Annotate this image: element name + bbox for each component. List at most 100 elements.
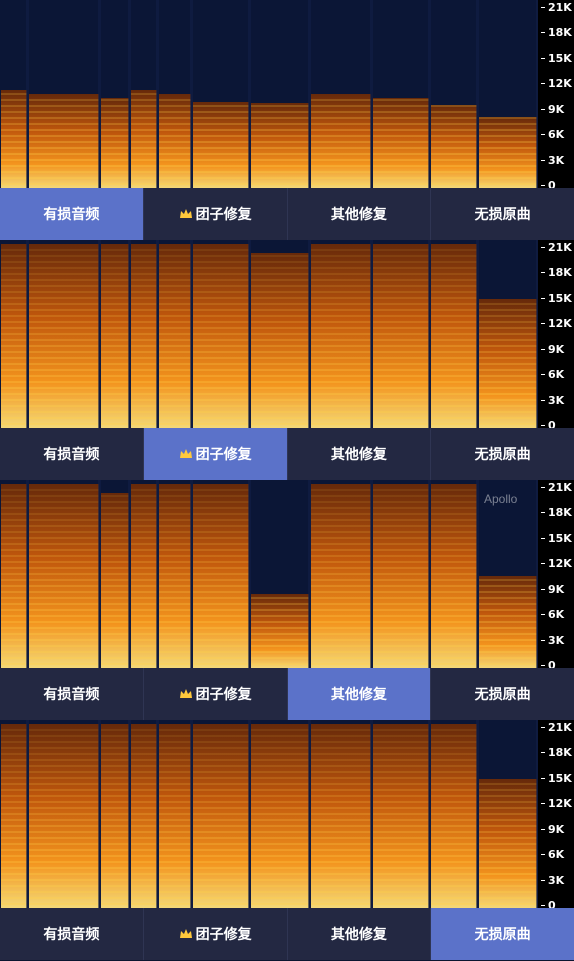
tab-label: 无损原曲 xyxy=(474,927,531,943)
axis-tick xyxy=(541,374,545,375)
tab-label: 有损音频 xyxy=(43,447,100,463)
axis-label: 9K xyxy=(548,343,565,356)
axis-tick xyxy=(541,272,545,273)
axis-label: 6K xyxy=(548,608,565,621)
tab-lossy-audio[interactable]: 有损音频 xyxy=(0,668,144,720)
axis-tick xyxy=(541,32,545,33)
tab-label: 其他修复 xyxy=(330,687,387,703)
axis-tick xyxy=(541,487,545,488)
axis-tick xyxy=(541,538,545,539)
axis-tick xyxy=(541,400,545,401)
axis-tick xyxy=(541,640,545,641)
axis-label: 15K xyxy=(548,52,572,65)
axis-label: 21K xyxy=(548,721,572,734)
tab-label: 其他修复 xyxy=(330,927,387,943)
tab-lossless-original[interactable]: 无损原曲 xyxy=(431,188,574,240)
crown-icon xyxy=(179,689,192,698)
axis-label: 6K xyxy=(548,368,565,381)
axis-label: 21K xyxy=(548,1,572,14)
axis-label: 3K xyxy=(548,154,565,167)
crown-icon xyxy=(179,209,192,218)
axis-label: 12K xyxy=(548,557,572,570)
spectrogram-image xyxy=(0,0,538,188)
tab-lossless-original[interactable]: 无损原曲 xyxy=(431,668,574,720)
spectrogram: 21K 18K 15K 12K 9K 6K 3K 0 xyxy=(0,0,574,188)
tab-label: 其他修复 xyxy=(330,447,387,463)
spectrogram-image xyxy=(0,480,538,668)
axis-label: 18K xyxy=(548,506,572,519)
tab-other-repair[interactable]: 其他修复 xyxy=(288,428,432,480)
spectrogram: Apollo 21K 18K 15K 12K 9K 6K 3K 0 xyxy=(0,480,574,668)
tab-label: 无损原曲 xyxy=(474,207,531,223)
axis-tick xyxy=(541,160,545,161)
axis-tick xyxy=(541,665,545,666)
frequency-axis: 21K 18K 15K 12K 9K 6K 3K 0 xyxy=(538,480,574,668)
axis-tick xyxy=(541,752,545,753)
spectrogram-image xyxy=(0,240,538,428)
axis-tick xyxy=(541,854,545,855)
axis-label: 12K xyxy=(548,317,572,330)
crown-icon xyxy=(179,449,192,458)
axis-tick xyxy=(541,109,545,110)
tab-bar: 有损音频 团子修复 其他修复 无损原曲 xyxy=(0,668,574,720)
axis-tick xyxy=(541,803,545,804)
axis-tick xyxy=(541,349,545,350)
axis-label: 9K xyxy=(548,103,565,116)
axis-label: 18K xyxy=(548,26,572,39)
frequency-axis: 21K 18K 15K 12K 9K 6K 3K 0 xyxy=(538,240,574,428)
tab-lossless-original[interactable]: 无损原曲 xyxy=(431,428,574,480)
axis-tick xyxy=(541,778,545,779)
axis-label: 21K xyxy=(548,241,572,254)
axis-label: 3K xyxy=(548,394,565,407)
axis-tick xyxy=(541,829,545,830)
axis-tick xyxy=(541,323,545,324)
axis-label: 12K xyxy=(548,77,572,90)
axis-label: 15K xyxy=(548,772,572,785)
axis-label: 18K xyxy=(548,266,572,279)
axis-label: 12K xyxy=(548,797,572,810)
axis-label: 18K xyxy=(548,746,572,759)
frequency-axis: 21K 18K 15K 12K 9K 6K 3K 0 xyxy=(538,0,574,188)
tab-lossy-audio[interactable]: 有损音频 xyxy=(0,908,144,960)
axis-tick xyxy=(541,247,545,248)
tab-lossless-original[interactable]: 无损原曲 xyxy=(431,908,574,960)
axis-label: 15K xyxy=(548,532,572,545)
tab-other-repair[interactable]: 其他修复 xyxy=(288,908,432,960)
tab-label: 无损原曲 xyxy=(474,687,531,703)
axis-tick xyxy=(541,727,545,728)
axis-tick xyxy=(541,185,545,186)
tab-other-repair[interactable]: 其他修复 xyxy=(287,668,432,720)
axis-label: 21K xyxy=(548,481,572,494)
axis-label: 0 xyxy=(548,659,556,668)
axis-label: 0 xyxy=(548,899,556,908)
tab-tuanzi-repair[interactable]: 团子修复 xyxy=(143,428,288,480)
crown-icon xyxy=(179,929,192,938)
tab-other-repair[interactable]: 其他修复 xyxy=(288,188,432,240)
axis-tick xyxy=(541,58,545,59)
axis-tick xyxy=(541,7,545,8)
tab-lossy-audio[interactable]: 有损音频 xyxy=(0,428,144,480)
axis-label: 6K xyxy=(548,128,565,141)
spectrogram-image xyxy=(0,720,538,908)
spectrogram: 21K 18K 15K 12K 9K 6K 3K 0 xyxy=(0,720,574,908)
axis-tick xyxy=(541,83,545,84)
axis-label: 15K xyxy=(548,292,572,305)
axis-tick xyxy=(541,563,545,564)
axis-label: 3K xyxy=(548,634,565,647)
axis-label: 0 xyxy=(548,419,556,428)
tab-label: 团子修复 xyxy=(195,687,252,703)
axis-label: 6K xyxy=(548,848,565,861)
tab-tuanzi-repair[interactable]: 团子修复 xyxy=(144,908,288,960)
tab-label: 有损音频 xyxy=(43,207,100,223)
tab-tuanzi-repair[interactable]: 团子修复 xyxy=(144,188,288,240)
tab-bar: 有损音频 团子修复 其他修复 无损原曲 xyxy=(0,908,574,960)
axis-label: 9K xyxy=(548,823,565,836)
tab-lossy-audio[interactable]: 有损音频 xyxy=(0,188,144,240)
axis-tick xyxy=(541,134,545,135)
tab-label: 有损音频 xyxy=(43,687,100,703)
axis-tick xyxy=(541,905,545,906)
tab-tuanzi-repair[interactable]: 团子修复 xyxy=(144,668,288,720)
tab-label: 团子修复 xyxy=(195,447,252,463)
axis-label: 9K xyxy=(548,583,565,596)
spectrogram: 21K 18K 15K 12K 9K 6K 3K 0 xyxy=(0,240,574,428)
